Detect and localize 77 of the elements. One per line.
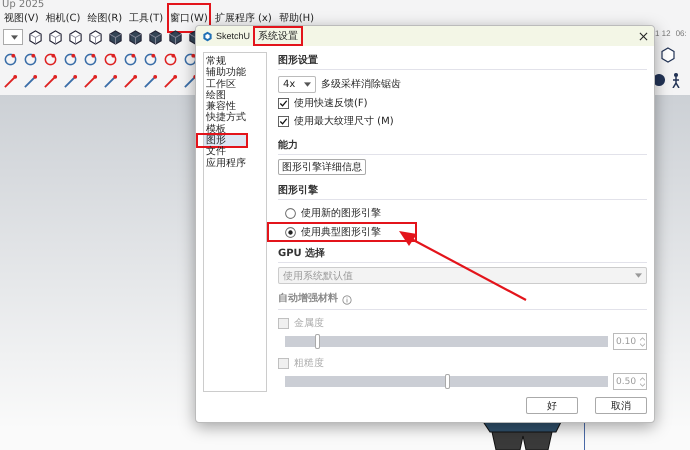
cube-icon[interactable] — [168, 30, 183, 44]
menu-item[interactable]: 帮助(H) — [278, 11, 314, 25]
section-heading: 自动增强材料 — [278, 292, 338, 305]
section-heading: 图形设置 — [278, 54, 318, 67]
dialog-app-name: SketchU — [216, 31, 250, 41]
tool-icon[interactable] — [63, 52, 78, 66]
draw-tool-icon[interactable] — [163, 74, 178, 88]
caret-icon — [635, 273, 642, 278]
tool-icon[interactable] — [103, 52, 118, 66]
caret-icon — [11, 34, 18, 40]
tool-icon[interactable] — [143, 52, 158, 66]
draw-tool-icon[interactable] — [123, 74, 138, 88]
section-heading: 图形引擎 — [278, 184, 318, 197]
cube-icon[interactable] — [88, 30, 103, 44]
tool-icon[interactable] — [83, 52, 98, 66]
menu-item[interactable]: 视图(V) — [4, 11, 39, 25]
checkbox[interactable] — [278, 116, 289, 126]
draw-tool-icon[interactable] — [83, 74, 98, 88]
radio-button[interactable] — [285, 208, 296, 218]
category-item[interactable]: 图形 — [204, 135, 246, 146]
draw-tool-icon[interactable] — [3, 74, 18, 88]
category-item[interactable]: 模板 — [204, 124, 266, 136]
caret-icon — [304, 82, 311, 86]
menu-item[interactable]: 工具(T) — [129, 11, 164, 25]
menu-item[interactable]: 绘图(R) — [87, 11, 122, 25]
engine-details-button[interactable]: 图形引擎详细信息 — [278, 159, 366, 175]
category-item[interactable]: 绘图 — [204, 90, 266, 102]
dialog-title: 系统设置 — [258, 31, 298, 42]
antialias-label: 多级采样消除锯齿 — [321, 78, 401, 91]
cube-icon[interactable] — [128, 30, 143, 44]
toolbar-readout: 06: — [676, 29, 687, 38]
checkbox-label: 粗糙度 — [294, 356, 324, 370]
radio-button[interactable] — [285, 226, 296, 238]
cube-icon[interactable] — [48, 30, 63, 44]
radio-label: 使用新的图形引擎 — [301, 206, 381, 220]
cube-icon[interactable] — [28, 30, 43, 44]
draw-tool-icon[interactable] — [63, 74, 78, 88]
section-heading: GPU 选择 — [278, 247, 326, 260]
dialog-button[interactable]: 取消 — [595, 397, 647, 414]
dialog-button[interactable]: 好 — [526, 397, 578, 414]
checkbox[interactable] — [278, 98, 289, 108]
category-item[interactable]: 应用程序 — [204, 158, 266, 169]
category-item[interactable]: 文件 — [204, 146, 266, 158]
style-dropdown[interactable] — [3, 29, 23, 45]
tool-icon[interactable] — [163, 52, 178, 66]
category-item[interactable]: 工作区 — [204, 78, 266, 90]
cube-icon[interactable] — [68, 30, 83, 44]
tool-icon[interactable] — [43, 52, 58, 66]
category-item[interactable]: 常规 — [204, 56, 266, 68]
axis-line — [584, 420, 585, 450]
tool-icon[interactable] — [3, 52, 18, 66]
radio-label: 使用典型图形引擎 — [301, 226, 381, 239]
toolbar-readout: 1 12 — [655, 29, 671, 38]
tool-icon[interactable] — [123, 52, 138, 66]
section-heading: 能力 — [278, 139, 298, 152]
checkbox-label: 金属度 — [294, 316, 324, 330]
cube-icon[interactable] — [108, 30, 123, 44]
checkbox-label: 使用最大纹理尺寸 (M) — [294, 114, 394, 128]
close-icon[interactable] — [639, 32, 648, 40]
menu-item[interactable]: 相机(C) — [46, 11, 80, 25]
menu-item[interactable]: 扩展程序 (x) — [214, 11, 272, 25]
cube-logo-icon — [202, 30, 213, 42]
tool-icon[interactable] — [23, 52, 38, 66]
tool-icon[interactable] — [183, 52, 198, 66]
category-item[interactable]: 快捷方式 — [204, 112, 266, 124]
draw-tool-icon[interactable] — [43, 74, 58, 88]
category-item[interactable]: 辅助功能 — [204, 67, 266, 79]
cube-icon[interactable] — [660, 47, 676, 63]
category-item[interactable]: 兼容性 — [204, 101, 266, 112]
cube-icon[interactable] — [148, 30, 163, 44]
antialias-dropdown[interactable]: 4x — [278, 76, 316, 92]
checkbox-label: 使用快速反馈(F) — [294, 96, 368, 110]
draw-tool-icon[interactable] — [103, 74, 118, 88]
info-icon[interactable] — [342, 294, 352, 304]
draw-tool-icon[interactable] — [143, 74, 158, 88]
menu-item[interactable]: 窗口(W) — [170, 13, 208, 24]
draw-tool-icon[interactable] — [23, 74, 38, 88]
